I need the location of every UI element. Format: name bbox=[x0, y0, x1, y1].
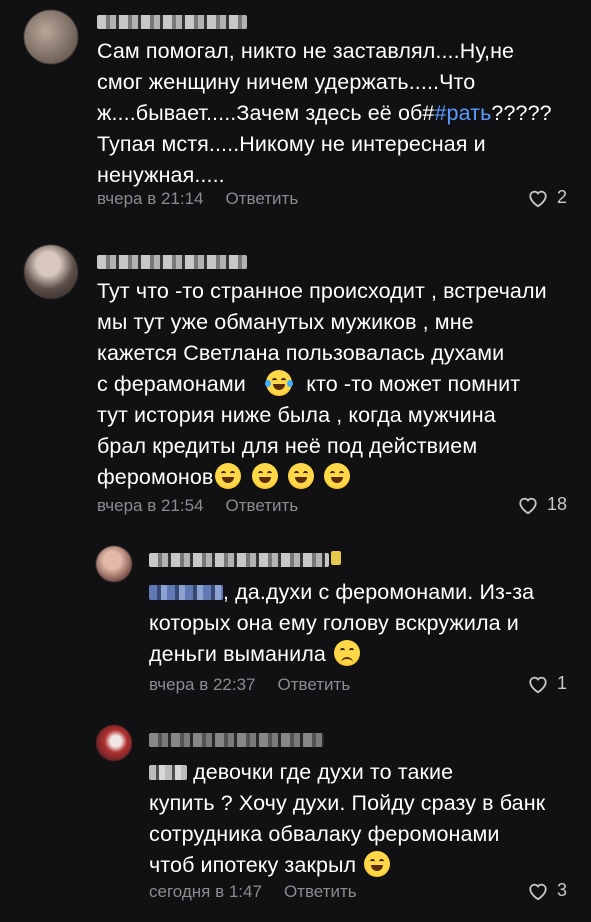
rolling-on-floor-laughing-emoji bbox=[215, 463, 242, 489]
reply-button[interactable]: Ответить bbox=[284, 882, 357, 901]
rolling-on-floor-laughing-emoji bbox=[287, 463, 314, 489]
timestamp: сегодня в 1:47 bbox=[149, 882, 262, 901]
timestamp: вчера в 21:54 bbox=[97, 496, 204, 515]
author-name-blurred[interactable] bbox=[97, 255, 247, 269]
hashtag-link[interactable]: #рать bbox=[434, 101, 491, 125]
comment-text: девочки где духи то такие купить ? Хочу … bbox=[149, 760, 546, 877]
comment-text: Сам помогал, никто не заставлял....Ну,не… bbox=[97, 39, 552, 187]
like-button[interactable]: 3 bbox=[527, 880, 567, 901]
timestamp: вчера в 22:37 bbox=[149, 675, 256, 694]
reply-button[interactable]: Ответить bbox=[278, 675, 351, 694]
avatar[interactable] bbox=[24, 245, 78, 299]
like-count: 2 bbox=[556, 187, 567, 207]
reply-button[interactable]: Ответить bbox=[226, 496, 299, 515]
like-count: 1 bbox=[556, 673, 567, 693]
like-button[interactable]: 2 bbox=[527, 187, 567, 208]
comment-meta: вчера в 21:14 Ответить bbox=[97, 189, 298, 209]
comment-meta: вчера в 21:54 Ответить bbox=[97, 496, 298, 516]
rolling-on-floor-laughing-emoji bbox=[251, 463, 278, 489]
rolling-on-floor-laughing-emoji bbox=[364, 851, 391, 877]
like-button[interactable]: 1 bbox=[527, 673, 567, 694]
comment-text: , да.духи с феромонами. Из-за которых он… bbox=[149, 580, 535, 666]
heart-outline-icon bbox=[529, 190, 547, 207]
mention-link[interactable] bbox=[149, 585, 223, 600]
like-count: 18 bbox=[546, 494, 567, 514]
avatar[interactable] bbox=[96, 546, 132, 582]
verified-badge bbox=[331, 551, 341, 565]
comment-meta: вчера в 22:37 Ответить bbox=[149, 675, 350, 695]
author-name-blurred[interactable] bbox=[97, 15, 247, 29]
like-count: 3 bbox=[556, 880, 567, 900]
timestamp: вчера в 21:14 bbox=[97, 189, 204, 208]
author-name-blurred[interactable] bbox=[149, 553, 329, 567]
reply-button[interactable]: Ответить bbox=[226, 189, 299, 208]
heart-outline-icon bbox=[529, 676, 547, 693]
persevering-face-emoji bbox=[333, 640, 360, 666]
comment-text: Тут что -то странное происходит , встреч… bbox=[97, 279, 547, 489]
rolling-on-floor-laughing-emoji bbox=[323, 463, 350, 489]
heart-outline-icon bbox=[519, 497, 537, 514]
like-button[interactable]: 18 bbox=[517, 494, 567, 515]
avatar[interactable] bbox=[24, 10, 78, 64]
avatar[interactable] bbox=[96, 725, 132, 761]
mention-link[interactable] bbox=[149, 765, 187, 780]
heart-outline-icon bbox=[529, 883, 547, 900]
author-name-blurred[interactable] bbox=[149, 733, 324, 747]
face-with-tears-of-joy-emoji bbox=[265, 370, 294, 396]
comments-screen: { "comments": [ { "lines": ["Сам помогал… bbox=[0, 0, 591, 922]
comment-meta: сегодня в 1:47 Ответить bbox=[149, 882, 357, 902]
